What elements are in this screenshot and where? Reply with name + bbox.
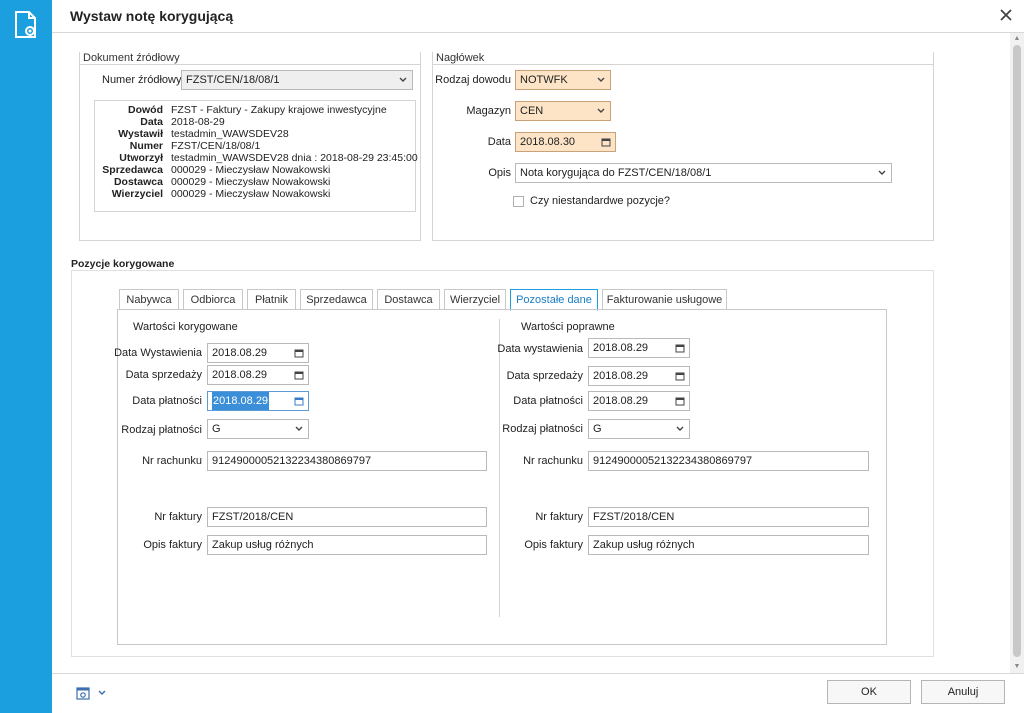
correct-account-label: Nr rachunku xyxy=(523,455,583,467)
nonstandard-label: Czy niestandardwe pozycje? xyxy=(530,195,671,207)
calendar-icon[interactable] xyxy=(601,137,611,147)
calendar-icon[interactable] xyxy=(675,396,685,406)
chevron-down-icon xyxy=(597,77,605,82)
corrected-account-input[interactable]: 91249000052132234380869797 xyxy=(207,451,487,471)
correct-invoice-desc-input[interactable]: Zakup usług różnych xyxy=(588,535,869,555)
corrected-invoice-desc-label: Opis faktury xyxy=(143,539,202,551)
corrected-issue-date-label: Data Wystawienia xyxy=(114,347,202,359)
chevron-down-icon xyxy=(597,108,605,113)
tab-dostawca[interactable]: Dostawca xyxy=(377,289,440,310)
cancel-button[interactable]: Anuluj xyxy=(921,680,1005,704)
corrected-payment-date-label: Data płatności xyxy=(132,395,202,407)
tab-pozostale-dane[interactable]: Pozostałe dane xyxy=(510,289,598,311)
source-document-info: Dowód FZST - Faktury - Zakupy krajowe inw… xyxy=(94,100,418,212)
corrected-values-title: Wartości korygowane xyxy=(133,321,238,333)
corrected-sale-date-label: Data sprzedaży xyxy=(125,369,202,381)
correct-values-title: Wartości poprawne xyxy=(521,321,615,333)
dialog-content: Dokument źródłowy Numer źródłowy FZST/CE… xyxy=(52,33,1010,673)
document-gear-icon[interactable] xyxy=(12,10,40,40)
chevron-down-icon xyxy=(878,170,886,175)
correct-issue-date-input[interactable]: 2018.08.29 xyxy=(588,338,690,358)
chevron-down-icon xyxy=(295,426,303,431)
tab-sprzedawca[interactable]: Sprzedawca xyxy=(300,289,373,310)
date-label: Data xyxy=(487,136,511,148)
description-label: Opis xyxy=(488,167,511,179)
sidebar xyxy=(0,0,52,713)
correct-sale-date-label: Data sprzedaży xyxy=(506,370,583,382)
doc-type-label: Rodzaj dowodu xyxy=(435,74,511,86)
correct-sale-date-input[interactable]: 2018.08.29 xyxy=(588,366,690,386)
source-document-group: Dokument źródłowy Numer źródłowy FZST/CE… xyxy=(79,52,421,241)
scrollbar-thumb[interactable] xyxy=(1013,45,1021,657)
tab-platnik[interactable]: Płatnik xyxy=(247,289,296,310)
header-group-title: Nagłówek xyxy=(433,52,933,65)
nonstandard-checkbox[interactable] xyxy=(513,196,524,207)
corrected-invoice-desc-input[interactable]: Zakup usług różnych xyxy=(207,535,487,555)
positions-heading: Pozycje korygowane xyxy=(71,258,175,270)
date-input[interactable]: 2018.08.30 xyxy=(515,132,616,152)
corrected-payment-type-select[interactable]: G xyxy=(207,419,309,439)
scroll-down-icon[interactable]: ▼ xyxy=(1013,663,1021,671)
corrected-issue-date-input[interactable]: 2018.08.29 xyxy=(207,343,309,363)
warehouse-select[interactable]: CEN xyxy=(515,101,611,121)
title-bar: Wystaw notę korygującą xyxy=(52,0,1024,33)
chevron-down-icon xyxy=(676,426,684,431)
footer-bar: OK Anuluj xyxy=(52,673,1024,713)
correct-payment-type-label: Rodzaj płatności xyxy=(502,423,583,435)
correct-invoice-no-input[interactable]: FZST/2018/CEN xyxy=(588,507,869,527)
window-title: Wystaw notę korygującą xyxy=(70,8,234,24)
chevron-down-icon xyxy=(399,77,407,82)
source-document-title: Dokument źródłowy xyxy=(80,52,420,65)
vertical-scrollbar[interactable]: ▲ ▼ xyxy=(1010,33,1024,673)
ok-button[interactable]: OK xyxy=(827,680,911,704)
header-group: Nagłówek Rodzaj dowodu NOTWFK Magazyn CE… xyxy=(432,52,934,241)
close-icon[interactable] xyxy=(998,7,1014,23)
corrected-sale-date-input[interactable]: 2018.08.29 xyxy=(207,365,309,385)
correct-account-input[interactable]: 91249000052132234380869797 xyxy=(588,451,869,471)
source-number-select[interactable]: FZST/CEN/18/08/1 xyxy=(181,70,413,90)
doc-type-select[interactable]: NOTWFK xyxy=(515,70,611,90)
correct-payment-type-select[interactable]: G xyxy=(588,419,690,439)
corrected-invoice-no-label: Nr faktury xyxy=(154,511,202,523)
column-divider xyxy=(499,319,500,617)
calendar-icon[interactable] xyxy=(675,343,685,353)
calendar-icon[interactable] xyxy=(675,371,685,381)
description-select[interactable]: Nota korygująca do FZST/CEN/18/08/1 xyxy=(515,163,892,183)
correct-invoice-desc-label: Opis faktury xyxy=(524,539,583,551)
source-number-label: Numer źródłowy xyxy=(102,74,182,86)
scroll-up-icon[interactable]: ▲ xyxy=(1013,35,1021,43)
corrected-invoice-no-input[interactable]: FZST/2018/CEN xyxy=(207,507,487,527)
chevron-down-icon[interactable] xyxy=(98,690,106,696)
correct-issue-date-label: Data wystawienia xyxy=(497,343,583,355)
correct-payment-date-label: Data płatności xyxy=(513,395,583,407)
correct-invoice-no-label: Nr faktury xyxy=(535,511,583,523)
corrected-account-label: Nr rachunku xyxy=(142,455,202,467)
tab-odbiorca[interactable]: Odbiorca xyxy=(183,289,243,310)
warehouse-label: Magazyn xyxy=(466,105,511,117)
calendar-icon[interactable] xyxy=(294,348,304,358)
tab-wierzyciel[interactable]: Wierzyciel xyxy=(444,289,506,310)
calendar-icon[interactable] xyxy=(294,370,304,380)
settings-icon[interactable] xyxy=(76,686,90,700)
tab-fakturowanie-uslugowe[interactable]: Fakturowanie usługowe xyxy=(602,289,727,310)
corrected-payment-type-label: Rodzaj płatności xyxy=(121,424,202,436)
calendar-icon[interactable] xyxy=(294,396,304,406)
corrected-payment-date-input[interactable]: 2018.08.29 xyxy=(207,391,309,411)
correct-payment-date-input[interactable]: 2018.08.29 xyxy=(588,391,690,411)
tab-nabywca[interactable]: Nabywca xyxy=(119,289,179,310)
